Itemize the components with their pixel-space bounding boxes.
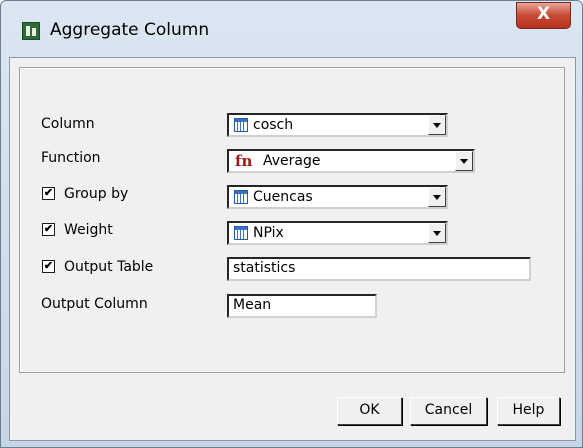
function-select[interactable]: fn Average: [227, 149, 475, 173]
column-icon: [234, 190, 248, 204]
group-by-checkbox[interactable]: ✔: [42, 187, 55, 200]
output-table-checkbox[interactable]: ✔: [42, 260, 55, 273]
app-icon: [22, 22, 40, 40]
function-label: Function: [41, 150, 101, 166]
group-by-select-value: Cuencas: [253, 189, 313, 205]
output-column-label: Output Column: [41, 296, 148, 312]
column-select-value: cosch: [253, 117, 294, 133]
weight-label: Weight: [64, 222, 113, 238]
cancel-button[interactable]: Cancel: [410, 397, 487, 425]
dialog-body: Column cosch Function fn Average ✔ Group…: [9, 57, 576, 441]
output-table-input[interactable]: statistics: [227, 257, 531, 281]
aggregate-column-dialog: Aggregate Column X Column cosch Function…: [0, 0, 583, 448]
help-button[interactable]: Help: [497, 397, 560, 425]
column-icon: [234, 118, 248, 132]
window-title: Aggregate Column: [50, 20, 210, 40]
chevron-down-icon[interactable]: [455, 151, 473, 171]
ok-button[interactable]: OK: [337, 397, 402, 425]
output-table-label: Output Table: [64, 259, 154, 275]
weight-select[interactable]: NPix: [227, 221, 448, 245]
title-bar[interactable]: Aggregate Column X: [1, 1, 582, 57]
function-icon: fn: [235, 152, 253, 170]
close-button[interactable]: X: [516, 2, 571, 29]
output-column-input[interactable]: Mean: [227, 294, 377, 318]
options-panel: Column cosch Function fn Average ✔ Group…: [19, 67, 565, 373]
column-icon: [234, 226, 248, 240]
chevron-down-icon[interactable]: [428, 223, 446, 243]
column-label: Column: [41, 116, 95, 132]
column-select[interactable]: cosch: [227, 113, 448, 137]
weight-checkbox[interactable]: ✔: [42, 223, 55, 236]
chevron-down-icon[interactable]: [428, 187, 446, 207]
function-select-value: Average: [263, 153, 321, 169]
weight-select-value: NPix: [253, 225, 284, 241]
group-by-label: Group by: [64, 186, 129, 202]
group-by-select[interactable]: Cuencas: [227, 185, 448, 209]
chevron-down-icon[interactable]: [428, 115, 446, 135]
